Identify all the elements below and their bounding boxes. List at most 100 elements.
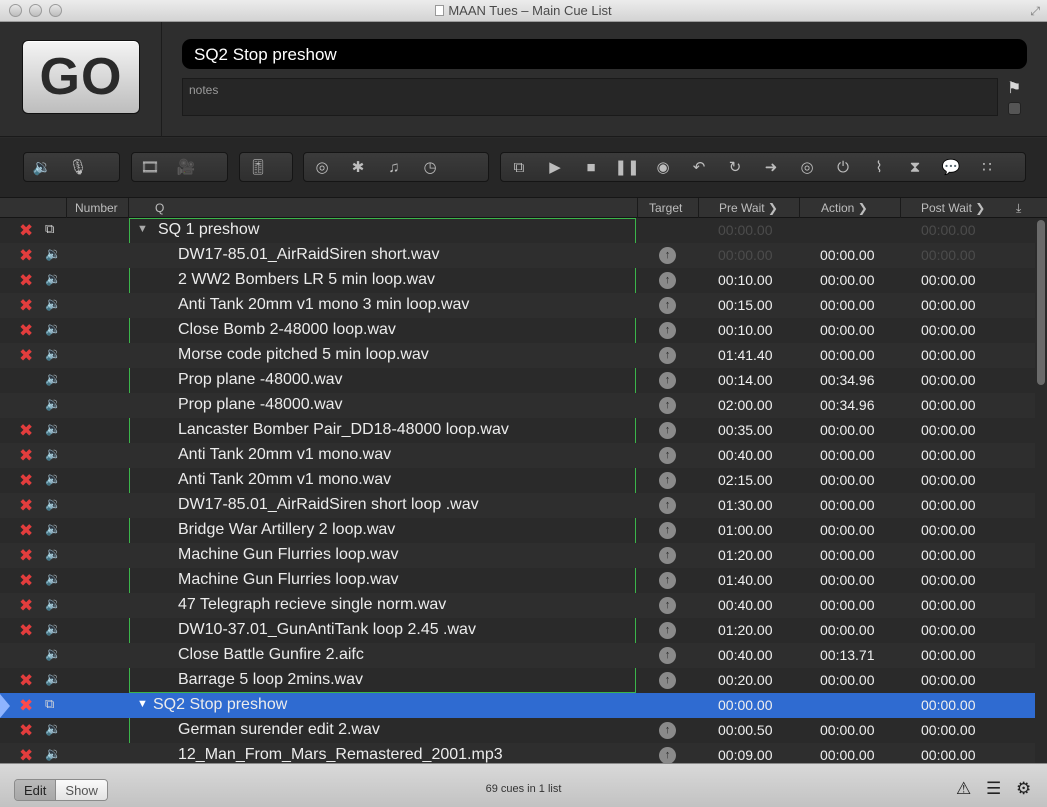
cue-name[interactable]: SQ2 Stop preshow [153, 696, 287, 714]
cue-name[interactable]: Lancaster Bomber Pair_DD18-48000 loop.wa… [178, 421, 509, 439]
midi-cue-icon[interactable]: ✱ [340, 153, 376, 181]
cue-name[interactable]: Machine Gun Flurries loop.wav [178, 571, 399, 589]
table-row[interactable]: ✖ 🔉 Anti Tank 20mm v1 mono 3 min loop.wav ↑… [0, 293, 1035, 318]
table-row[interactable]: ✖ 🔉 Close Bomb 2-48000 loop.wav ↑ 00:10.00 00… [0, 318, 1035, 343]
flag-checkbox[interactable] [1008, 102, 1021, 115]
target-arrow-icon[interactable]: ↑ [659, 372, 676, 389]
broken-cue-icon[interactable]: ✖ [19, 471, 33, 491]
pre-wait-value[interactable]: 00:00.00 [718, 222, 773, 238]
table-row[interactable]: ✖ 🔉 Anti Tank 20mm v1 mono.wav ↑ 02:15.00 00:… [0, 468, 1035, 493]
post-wait-value[interactable]: 00:00.00 [921, 547, 976, 563]
cue-name[interactable]: DW10-37.01_GunAntiTank loop 2.45 .wav [178, 621, 476, 639]
target-arrow-icon[interactable]: ↑ [659, 647, 676, 664]
cue-name[interactable]: Anti Tank 20mm v1 mono.wav [178, 446, 391, 464]
table-row[interactable]: ✖ 🔉 German surender edit 2.wav ↑ 00:00.50 00:… [0, 718, 1035, 743]
action-value[interactable]: 00:00.00 [820, 447, 875, 463]
target-arrow-icon[interactable]: ↑ [659, 497, 676, 514]
header-target[interactable]: Target [649, 201, 682, 215]
broken-cue-icon[interactable]: ✖ [19, 271, 33, 291]
cue-name[interactable]: Machine Gun Flurries loop.wav [178, 546, 399, 564]
midi-file-cue-icon[interactable]: ♫ [376, 153, 412, 181]
broken-cue-icon[interactable]: ✖ [19, 521, 33, 541]
broken-cue-icon[interactable]: ✖ [19, 321, 33, 341]
devamp-cue-icon[interactable]: ⌇ [861, 153, 897, 181]
action-value[interactable]: 00:00.00 [820, 422, 875, 438]
post-wait-value[interactable]: 00:00.00 [921, 422, 976, 438]
table-row[interactable]: ✖ 🔉 DW17-85.01_AirRaidSiren short loop .wa… [0, 493, 1035, 518]
target-arrow-icon[interactable]: ↑ [659, 347, 676, 364]
target-cue-icon[interactable]: ➜ [753, 153, 789, 181]
cue-name[interactable]: Close Battle Gunfire 2.aifc [178, 646, 364, 664]
target-arrow-icon[interactable]: ↑ [659, 422, 676, 439]
goto-cue-icon[interactable]: ↻ [717, 153, 753, 181]
pre-wait-value[interactable]: 00:40.00 [718, 447, 773, 463]
pre-wait-value[interactable]: 00:15.00 [718, 297, 773, 313]
pre-wait-value[interactable]: 00:00.50 [718, 722, 773, 738]
table-row[interactable]: 🔉 Prop plane -48000.wav ↑ 00:14.00 00:34.96 0… [0, 368, 1035, 393]
header-number[interactable]: Number [75, 201, 118, 215]
broken-cue-icon[interactable]: ✖ [19, 446, 33, 466]
script-cue-icon[interactable]: ∷ [969, 153, 1005, 181]
table-row[interactable]: 🔉 Prop plane -48000.wav ↑ 02:00.00 00:34.96 0… [0, 393, 1035, 418]
broken-cue-icon[interactable]: ✖ [19, 721, 33, 741]
sort-down-icon[interactable]: ⤓ [1016, 201, 1021, 216]
table-row[interactable]: ✖ 🔉 Bridge War Artillery 2 loop.wav ↑ 01:00.… [0, 518, 1035, 543]
broken-cue-icon[interactable]: ✖ [19, 221, 33, 241]
post-wait-value[interactable]: 00:00.00 [921, 347, 976, 363]
broken-cue-icon[interactable]: ✖ [19, 296, 33, 316]
post-wait-value[interactable]: 00:00.00 [921, 572, 976, 588]
broken-cue-icon[interactable]: ✖ [19, 546, 33, 566]
timecode-cue-icon[interactable]: ◷ [412, 153, 448, 181]
cue-name[interactable]: Morse code pitched 5 min loop.wav [178, 346, 429, 364]
table-row[interactable]: ✖ 🔉 DW10-37.01_GunAntiTank loop 2.45 .wav ↑… [0, 618, 1035, 643]
start-cue-icon[interactable]: ▶ [537, 153, 573, 181]
camera-cue-icon[interactable]: 🎥 [168, 153, 204, 181]
table-row[interactable]: 🔉 Close Battle Gunfire 2.aifc ↑ 00:40.00 00:… [0, 643, 1035, 668]
pre-wait-value[interactable]: 00:20.00 [718, 672, 773, 688]
post-wait-value[interactable]: 00:00.00 [921, 447, 976, 463]
target-arrow-icon[interactable]: ↑ [659, 722, 676, 739]
pre-wait-value[interactable]: 00:40.00 [718, 647, 773, 663]
target-arrow-icon[interactable]: ↑ [659, 597, 676, 614]
target-arrow-icon[interactable]: ↑ [659, 622, 676, 639]
cue-name[interactable]: Prop plane -48000.wav [178, 396, 343, 414]
broken-cue-icon[interactable]: ✖ [19, 421, 33, 441]
action-value[interactable]: 00:00.00 [820, 722, 875, 738]
pre-wait-value[interactable]: 00:10.00 [718, 272, 773, 288]
mic-cue-icon[interactable]: 🎙 [60, 153, 96, 181]
table-row[interactable]: ✖ 🔉 Machine Gun Flurries loop.wav ↑ 01:40.00… [0, 568, 1035, 593]
fullscreen-icon[interactable]: ⤢ [1030, 4, 1040, 19]
cue-name[interactable]: 2 WW2 Bombers LR 5 min loop.wav [178, 271, 435, 289]
table-row[interactable]: ✖ 🔉 Anti Tank 20mm v1 mono.wav ↑ 00:40.00 00:… [0, 443, 1035, 468]
target-arrow-icon[interactable]: ↑ [659, 672, 676, 689]
table-row[interactable]: ✖ 🔉 2 WW2 Bombers LR 5 min loop.wav ↑ 00:10.… [0, 268, 1035, 293]
action-value[interactable]: 00:13.71 [820, 647, 875, 663]
pre-wait-value[interactable]: 01:20.00 [718, 547, 773, 563]
cue-name[interactable]: 12_Man_From_Mars_Remastered_2001.mp3 [178, 746, 503, 763]
cue-name[interactable]: DW17-85.01_AirRaidSiren short loop .wav [178, 496, 479, 514]
action-value[interactable]: 00:00.00 [820, 672, 875, 688]
action-value[interactable]: 00:34.96 [820, 372, 875, 388]
pre-wait-value[interactable]: 00:10.00 [718, 322, 773, 338]
post-wait-value[interactable]: 00:00.00 [921, 272, 976, 288]
current-cue-name[interactable]: SQ2 Stop preshow [182, 39, 1027, 69]
post-wait-value[interactable]: 00:00.00 [921, 522, 976, 538]
wait-cue-icon[interactable]: ⧗ [897, 153, 933, 181]
target-arrow-icon[interactable]: ↑ [659, 322, 676, 339]
table-row[interactable]: ✖ 🔉 DW17-85.01_AirRaidSiren short.wav ↑ 00:0… [0, 243, 1035, 268]
table-row[interactable]: ✖ 🔉 12_Man_From_Mars_Remastered_2001.mp3 ↑ 0… [0, 743, 1035, 763]
group-cue-icon[interactable]: ⧉ [501, 153, 537, 181]
pre-wait-value[interactable]: 01:41.40 [718, 347, 773, 363]
memo-cue-icon[interactable]: 💬 [933, 153, 969, 181]
pre-wait-value[interactable]: 01:20.00 [718, 622, 773, 638]
broken-cue-icon[interactable]: ✖ [19, 746, 33, 763]
target-arrow-icon[interactable]: ↑ [659, 272, 676, 289]
post-wait-value[interactable]: 00:00.00 [921, 472, 976, 488]
pre-wait-value[interactable]: 02:00.00 [718, 397, 773, 413]
action-value[interactable]: 00:00.00 [820, 622, 875, 638]
stop-cue-icon[interactable]: ■ [573, 153, 609, 181]
post-wait-value[interactable]: 00:00.00 [921, 597, 976, 613]
target-arrow-icon[interactable]: ↑ [659, 247, 676, 264]
target-arrow-icon[interactable]: ↑ [659, 747, 676, 763]
post-wait-value[interactable]: 00:00.00 [921, 372, 976, 388]
